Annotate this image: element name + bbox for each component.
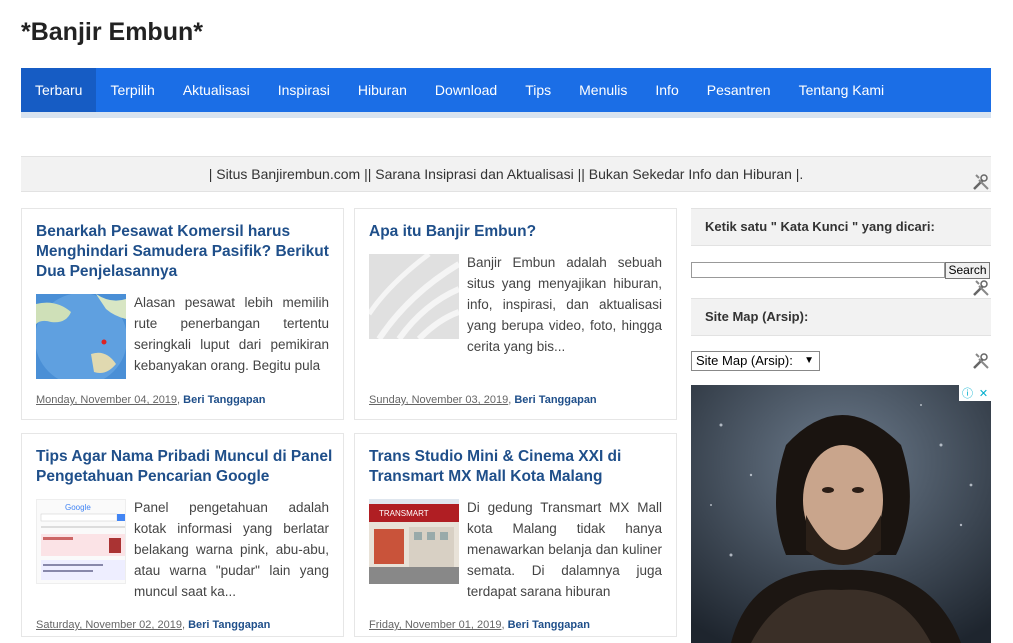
post-card: Benarkah Pesawat Komersil harus Menghind… (21, 208, 344, 420)
nav-item-tentang-kami[interactable]: Tentang Kami (785, 68, 899, 112)
post-comments-link[interactable]: Beri Tanggapan (188, 619, 270, 631)
nav-item-tips[interactable]: Tips (511, 68, 565, 112)
post-title[interactable]: Trans Studio Mini & Cinema XXI di Transm… (369, 447, 666, 487)
tagline-banner: | Situs Banjirembun.com || Sarana Insipr… (21, 156, 991, 192)
post-card: Tips Agar Nama Pribadi Muncul di Panel P… (21, 433, 344, 637)
wrench-screwdriver-icon[interactable] (971, 351, 991, 371)
nav-item-hiburan[interactable]: Hiburan (344, 68, 421, 112)
close-icon[interactable]: ✕ (979, 387, 988, 400)
post-excerpt: Di gedung Transmart MX Mall kota Malang … (467, 500, 662, 599)
info-icon[interactable]: ⓘ (962, 385, 973, 401)
nav-item-terbaru[interactable]: Terbaru (21, 68, 97, 112)
nav-divider (21, 112, 991, 118)
post-date[interactable]: Monday, November 04, 2019 (36, 394, 177, 406)
post-card: Trans Studio Mini & Cinema XXI di Transm… (354, 433, 677, 637)
post-thumbnail-google[interactable]: Google (36, 499, 126, 584)
post-date[interactable]: Sunday, November 03, 2019 (369, 394, 508, 406)
post-meta: Saturday, November 02, 2019, Beri Tangga… (36, 619, 271, 631)
svg-text:TRANSMART: TRANSMART (379, 509, 429, 518)
post-comments-link[interactable]: Beri Tanggapan (183, 394, 265, 406)
post-excerpt: Alasan pesawat lebih memilih rute penerb… (134, 295, 329, 373)
sitemap-widget-heading: Site Map (Arsip): (691, 298, 991, 336)
post-excerpt: Panel pengetahuan adalah kotak informasi… (134, 500, 329, 599)
post-date[interactable]: Friday, November 01, 2019 (369, 619, 501, 631)
post-title[interactable]: Tips Agar Nama Pribadi Muncul di Panel P… (36, 447, 333, 487)
post-excerpt: Banjir Embun adalah sebuah situs yang me… (467, 255, 662, 354)
search-button[interactable]: Search (945, 262, 990, 279)
wrench-screwdriver-icon[interactable] (971, 172, 991, 192)
post-meta: Monday, November 04, 2019, Beri Tanggapa… (36, 394, 266, 406)
post-card: Apa itu Banjir Embun? Banjir Embun adala… (354, 208, 677, 420)
post-meta: Sunday, November 03, 2019, Beri Tanggapa… (369, 394, 597, 406)
post-thumbnail-map[interactable] (36, 294, 126, 379)
nav-item-terpilih[interactable]: Terpilih (96, 68, 168, 112)
main-navigation: Terbaru Terpilih Aktualisasi Inspirasi H… (21, 68, 991, 112)
nav-item-inspirasi[interactable]: Inspirasi (264, 68, 344, 112)
post-title[interactable]: Apa itu Banjir Embun? (369, 222, 666, 242)
svg-text:Google: Google (65, 503, 91, 512)
advertisement-image[interactable]: ⓘ ✕ (691, 385, 991, 643)
nav-item-info[interactable]: Info (641, 68, 692, 112)
post-comments-link[interactable]: Beri Tanggapan (514, 394, 596, 406)
sitemap-select-value: Site Map (Arsip): (696, 353, 793, 368)
post-comments-link[interactable]: Beri Tanggapan (508, 619, 590, 631)
nav-item-pesantren[interactable]: Pesantren (693, 68, 785, 112)
wrench-screwdriver-icon[interactable] (971, 278, 991, 298)
site-title[interactable]: *Banjir Embun* (21, 18, 203, 47)
nav-item-download[interactable]: Download (421, 68, 511, 112)
search-input[interactable] (691, 262, 945, 278)
post-date[interactable]: Saturday, November 02, 2019 (36, 619, 182, 631)
ad-choices-badge[interactable]: ⓘ ✕ (959, 385, 991, 401)
post-thumbnail-placeholder[interactable] (369, 254, 459, 339)
nav-item-menulis[interactable]: Menulis (565, 68, 641, 112)
nav-item-aktualisasi[interactable]: Aktualisasi (169, 68, 264, 112)
post-meta: Friday, November 01, 2019, Beri Tanggapa… (369, 619, 590, 631)
post-thumbnail-building[interactable]: TRANSMART (369, 499, 459, 584)
sitemap-select[interactable]: Site Map (Arsip): ▼ (691, 351, 820, 371)
post-title[interactable]: Benarkah Pesawat Komersil harus Menghind… (36, 222, 333, 282)
search-widget-heading: Ketik satu " Kata Kunci " yang dicari: (691, 208, 991, 246)
chevron-down-icon: ▼ (804, 355, 814, 366)
